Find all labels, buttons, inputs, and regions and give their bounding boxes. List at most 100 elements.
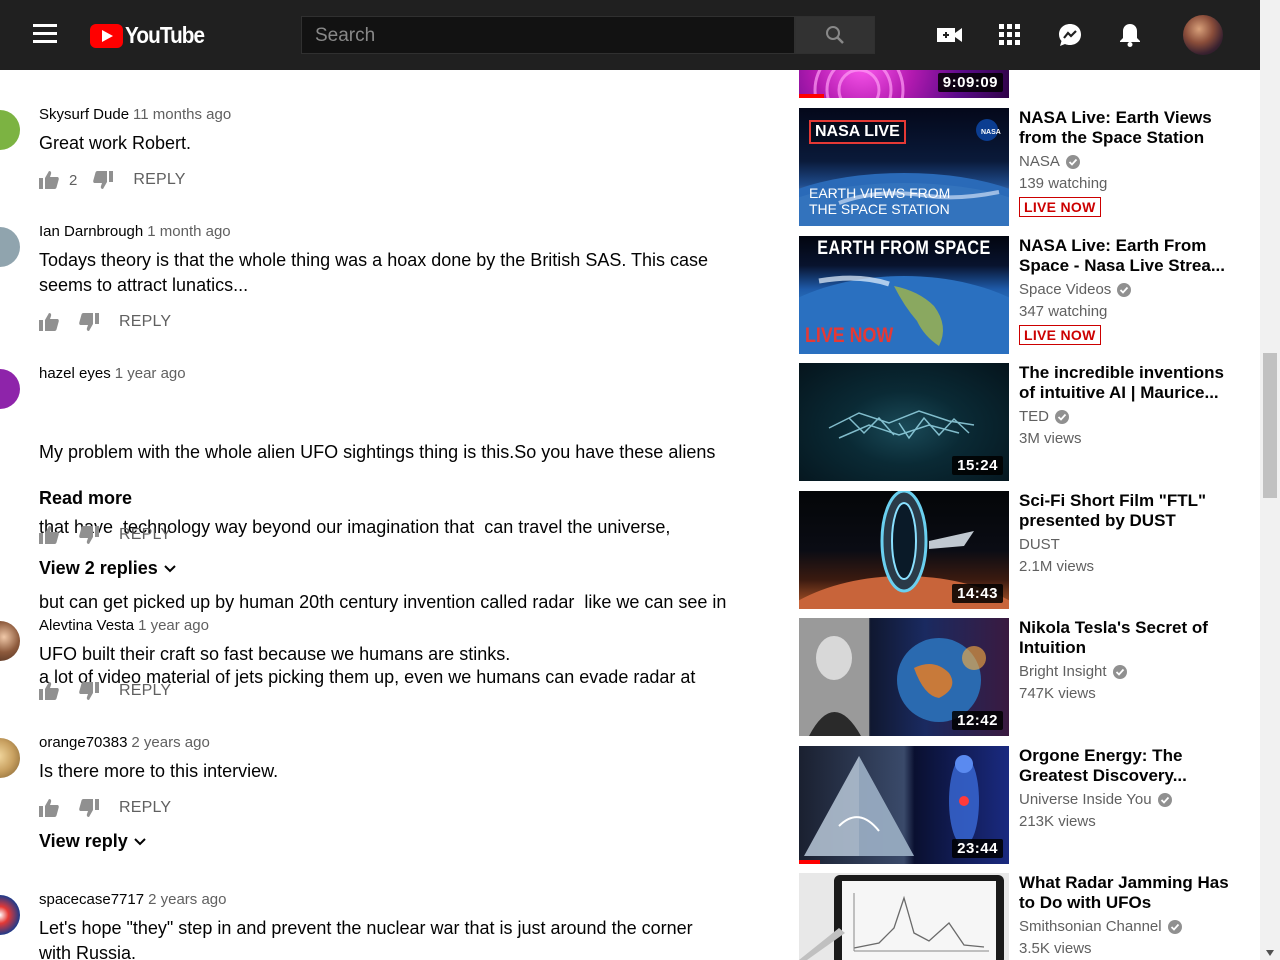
comment-time[interactable]: 2 years ago — [148, 891, 226, 908]
channel-name[interactable]: Bright Insight — [1019, 663, 1107, 680]
verified-badge-icon — [1112, 664, 1127, 679]
video-meta: 213K views — [1019, 813, 1096, 830]
channel-name[interactable]: Space Videos — [1019, 281, 1111, 298]
video-thumbnail[interactable]: 12:42 — [799, 618, 1009, 736]
search-icon — [826, 26, 844, 44]
dislike-button-icon[interactable] — [79, 525, 99, 545]
video-item[interactable]: 23:44 Orgone Energy: The Greatest Discov… — [799, 746, 1239, 864]
video-meta: 347 watching — [1019, 303, 1108, 320]
search-button[interactable] — [795, 16, 875, 54]
video-item[interactable]: 14:43 Sci-Fi Short Film "FTL" presented … — [799, 491, 1239, 609]
dislike-button-icon[interactable] — [79, 681, 99, 701]
video-thumbnail[interactable]: NASA NASA LIVE EARTH VIEWS FROM THE SPAC… — [799, 108, 1009, 226]
video-channel[interactable]: Smithsonian Channel — [1019, 918, 1182, 935]
chevron-down-icon — [164, 564, 176, 572]
youtube-logo[interactable]: YouTube — [90, 22, 213, 49]
like-button-icon[interactable] — [39, 525, 59, 545]
like-button-icon[interactable] — [39, 681, 59, 701]
dislike-button-icon[interactable] — [79, 312, 99, 332]
video-item[interactable]: 15:24 The incredible inventions of intui… — [799, 363, 1239, 481]
video-title[interactable]: NASA Live: Earth Views from the Space St… — [1019, 108, 1234, 148]
create-video-icon[interactable] — [937, 22, 963, 48]
like-button-icon[interactable] — [39, 170, 59, 190]
comment-time[interactable]: 1 month ago — [147, 223, 230, 240]
video-title[interactable]: The incredible inventions of intuitive A… — [1019, 363, 1234, 403]
like-button-icon[interactable] — [39, 312, 59, 332]
view-replies-button[interactable]: View 2 replies — [39, 558, 176, 579]
comment-time[interactable]: 1 year ago — [138, 617, 209, 634]
comment-author[interactable]: Skysurf Dude — [39, 106, 129, 123]
comment-time[interactable]: 2 years ago — [131, 734, 209, 751]
reply-button[interactable]: REPLY — [119, 799, 171, 817]
apps-grid-icon[interactable] — [997, 22, 1023, 48]
dislike-button-icon[interactable] — [79, 798, 99, 818]
channel-name[interactable]: TED — [1019, 408, 1049, 425]
video-channel[interactable]: Bright Insight — [1019, 663, 1127, 680]
channel-name[interactable]: DUST — [1019, 536, 1060, 553]
avatar[interactable] — [0, 369, 20, 409]
video-title[interactable]: NASA Live: Earth From Space - Nasa Live … — [1019, 236, 1234, 276]
comment-time[interactable]: 11 months ago — [133, 106, 231, 123]
video-title[interactable]: Sci-Fi Short Film "FTL" presented by DUS… — [1019, 491, 1234, 531]
video-title[interactable]: Nikola Tesla's Secret of Intuition — [1019, 618, 1234, 658]
search-input[interactable]: Search — [301, 16, 795, 54]
channel-name[interactable]: NASA — [1019, 153, 1060, 170]
hamburger-menu-icon[interactable] — [33, 24, 57, 44]
comment-text-line: My problem with the whole alien UFO sigh… — [39, 442, 716, 462]
comment-header: spacecase7717 2 years ago — [39, 891, 226, 908]
video-channel[interactable]: Universe Inside You — [1019, 791, 1172, 808]
account-avatar[interactable] — [1183, 15, 1223, 55]
video-thumbnail[interactable]: 15:24 — [799, 363, 1009, 481]
video-meta: 139 watching — [1019, 175, 1108, 192]
comment-author[interactable]: orange70383 — [39, 734, 127, 751]
video-item[interactable]: EARTH FROM SPACE LIVE NOW NASA Live: Ear… — [799, 236, 1239, 354]
avatar[interactable] — [0, 110, 20, 150]
messages-icon[interactable] — [1057, 22, 1083, 48]
comment-time[interactable]: 1 year ago — [115, 365, 186, 382]
avatar[interactable] — [0, 227, 20, 267]
reply-button[interactable]: REPLY — [133, 171, 185, 189]
video-thumbnail[interactable] — [799, 873, 1009, 960]
like-button-icon[interactable] — [39, 798, 59, 818]
avatar[interactable] — [0, 738, 20, 778]
video-duration: 14:43 — [952, 584, 1003, 603]
channel-name[interactable]: Smithsonian Channel — [1019, 918, 1162, 935]
comment-author[interactable]: hazel eyes — [39, 365, 111, 382]
notifications-bell-icon[interactable] — [1117, 22, 1143, 48]
video-title[interactable]: Orgone Energy: The Greatest Discovery... — [1019, 746, 1234, 786]
reply-button[interactable]: REPLY — [119, 526, 171, 544]
video-meta: 3M views — [1019, 430, 1082, 447]
dislike-button-icon[interactable] — [93, 170, 114, 190]
comment-header: hazel eyes 1 year ago — [39, 365, 186, 382]
video-thumbnail[interactable]: EARTH FROM SPACE LIVE NOW — [799, 236, 1009, 354]
reply-button[interactable]: REPLY — [119, 313, 171, 331]
channel-name[interactable]: Universe Inside You — [1019, 791, 1152, 808]
comment-author[interactable]: spacecase7717 — [39, 891, 144, 908]
read-more-link[interactable]: Read more — [39, 488, 132, 509]
view-replies-button[interactable]: View reply — [39, 831, 146, 852]
page-scrollbar[interactable] — [1260, 0, 1280, 960]
thumbnail-overlay-live: LIVE NOW — [805, 324, 894, 347]
video-duration: 15:24 — [952, 456, 1003, 475]
video-thumbnail[interactable]: 23:44 — [799, 746, 1009, 864]
video-channel[interactable]: NASA — [1019, 153, 1080, 170]
video-channel[interactable]: DUST — [1019, 536, 1060, 553]
verified-badge-icon — [1117, 282, 1132, 297]
video-thumbnail[interactable]: 14:43 — [799, 491, 1009, 609]
avatar[interactable] — [0, 621, 20, 661]
video-item[interactable]: What Radar Jamming Has to Do with UFOs S… — [799, 873, 1239, 960]
avatar[interactable] — [0, 895, 20, 935]
reply-button[interactable]: REPLY — [119, 682, 171, 700]
thumbnail-overlay-title: NASA LIVE — [809, 120, 906, 144]
video-channel[interactable]: Space Videos — [1019, 281, 1132, 298]
video-item[interactable]: 12:42 Nikola Tesla's Secret of Intuition… — [799, 618, 1239, 736]
scroll-down-arrow-icon[interactable] — [1266, 950, 1274, 956]
comment-author[interactable]: Alevtina Vesta — [39, 617, 134, 634]
comment-actions: REPLY — [39, 310, 171, 334]
video-item[interactable]: NASA NASA LIVE EARTH VIEWS FROM THE SPAC… — [799, 108, 1239, 226]
video-channel[interactable]: TED — [1019, 408, 1069, 425]
video-title[interactable]: What Radar Jamming Has to Do with UFOs — [1019, 873, 1234, 913]
comment-author[interactable]: Ian Darnbrough — [39, 223, 143, 240]
watch-progress-bar — [799, 860, 820, 864]
scrollbar-thumb[interactable] — [1263, 353, 1277, 498]
